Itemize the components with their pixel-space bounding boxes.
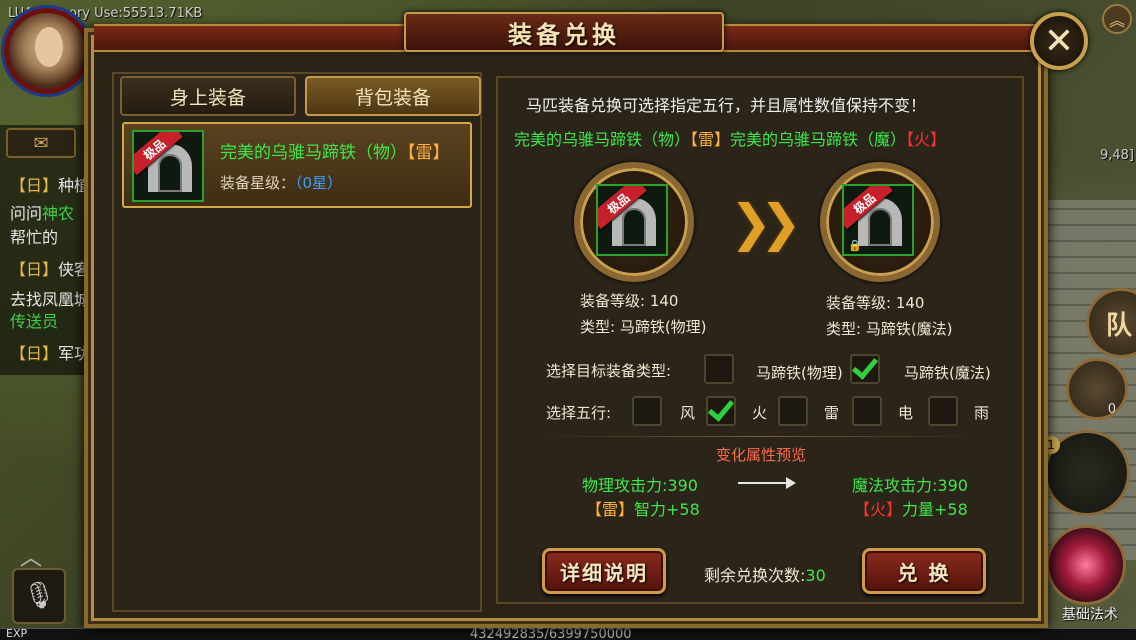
checkmark-icon [851,352,879,380]
checkbox-element-fire[interactable] [706,394,736,426]
lock-icon: 🔒 [848,239,862,252]
preview-from-bonus: 【雷】智力+58 [586,500,700,519]
skill-label: 基础法术 [1062,607,1118,623]
preview-to-bonus: 【火】力量+58 [854,500,968,519]
checkbox-type-physical[interactable] [704,354,734,384]
type-option-physical: 马蹄铁(物理) [756,364,843,382]
item-name: 完美的乌骓马蹄铁（物）【雷】 [220,143,450,163]
chat-line: 【日】侠客 [10,260,91,279]
tab-equipped[interactable]: 身上装备 [120,76,296,116]
exp-label: EXP [6,627,28,640]
potion-icon[interactable] [1066,358,1128,420]
element-select-label: 选择五行: [546,404,612,422]
dialog-title: 装备兑换 [404,12,724,52]
target-level: 装备等级: 140 [826,294,925,312]
source-item-slot[interactable]: 极品 [574,162,694,282]
detail-button[interactable]: 详细说明 [542,548,666,594]
exp-value: 432492835/6399750000 [470,627,632,640]
checkbox-element-lightning[interactable] [852,396,882,426]
minimap-coords: 9,48] [1099,148,1134,163]
checkbox-type-magic[interactable] [850,352,880,384]
map-icon[interactable]: ✉ [6,128,76,158]
microphone-icon[interactable]: 🎙 [12,568,66,624]
element-option-fire: 火 [752,404,768,422]
element-option-rain: 雨 [974,404,990,422]
chat-line: 去找凤凰城 [10,290,91,309]
horseshoe-icon: 极品 [132,130,204,202]
element-option-thunder: 雷 [824,404,840,422]
remaining-exchanges: 剩余兑换次数:30 [704,566,826,585]
element-option-lightning: 电 [898,404,914,422]
exchange-detail-panel [496,76,1024,604]
avatar-face [35,27,63,67]
type-select-label: 选择目标装备类型: [546,362,672,380]
chat-line: 传送员 [10,312,59,331]
source-type: 类型: 马蹄铁(物理) [580,318,707,336]
chat-line: 帮忙的 [10,228,59,247]
checkbox-element-rain[interactable] [928,396,958,426]
item-star-level: 装备星级：（0星） [220,174,343,192]
divider [540,436,980,437]
horseshoe-icon: 极品 🔒 [842,184,914,256]
chat-line: 【日】军功 [10,344,91,363]
list-item[interactable]: 极品 完美的乌骓马蹄铁（物）【雷】 装备星级：（0星） [122,122,472,208]
element-option-wind: 风 [680,404,696,422]
checkbox-element-wind[interactable] [632,396,662,426]
checkbox-element-thunder[interactable] [778,396,808,426]
preview-to-attack: 魔法攻击力:390 [852,476,968,495]
source-level: 装备等级: 140 [580,292,679,310]
target-item-slot[interactable]: 极品 🔒 [820,162,940,282]
chat-line: 问问神农 [10,204,75,223]
checkmark-icon [707,394,735,422]
close-icon[interactable]: ✕ [1030,12,1088,70]
horseshoe-icon: 极品 [596,184,668,256]
exchange-button[interactable]: 兑 换 [862,548,986,594]
chat-line: 【日】种植 [10,176,91,195]
tab-bag[interactable]: 背包装备 [305,76,481,116]
basic-magic-skill-button[interactable] [1046,525,1126,605]
target-type: 类型: 马蹄铁(魔法) [826,320,953,338]
type-option-magic: 马蹄铁(魔法) [904,364,991,382]
arrow-right-icon [738,477,796,489]
potion-count: 0 [1107,402,1116,417]
chevron-up-icon[interactable]: ︽ [1102,4,1132,34]
arrow-right-icon: ❯❯ [730,194,802,252]
preview-title: 变化属性预览 [716,446,807,464]
exchange-notice: 马匹装备兑换可选择指定五行，并且属性数值保持不变！ [526,96,927,115]
conversion-summary: 完美的乌骓马蹄铁（物）【雷】完美的乌骓马蹄铁（魔）【火】 [514,130,947,149]
chat-panel [0,125,90,375]
preview-from-attack: 物理攻击力:390 [582,476,698,495]
player-avatar[interactable] [4,8,90,94]
team-label: 队 [1105,311,1132,341]
